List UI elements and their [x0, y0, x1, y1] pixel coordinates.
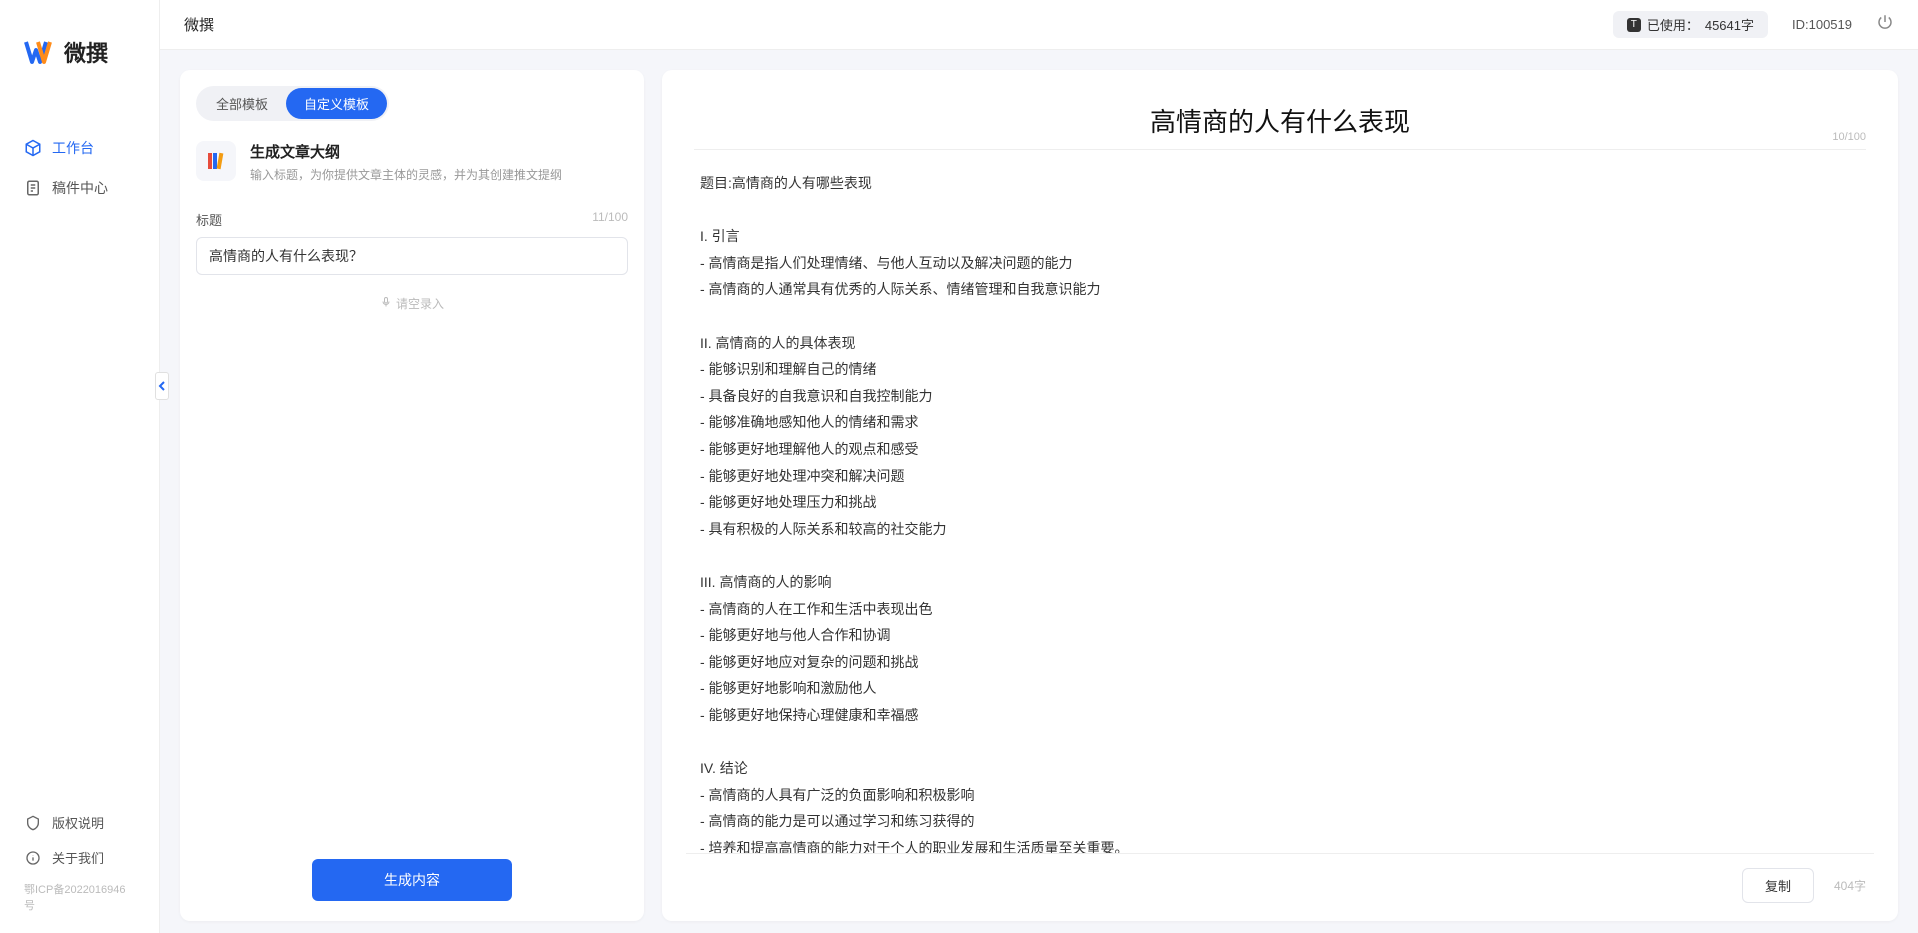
voice-hint-text: 请空录入	[396, 295, 444, 312]
usage-value: 45641字	[1705, 15, 1754, 34]
input-panel: 全部模板 自定义模板 生成文章大纲 输入标题，为你提供文章主体的灵感，并为其创建…	[180, 70, 644, 921]
nav-item-copyright[interactable]: 版权说明	[0, 805, 159, 840]
nav-item-docs[interactable]: 稿件中心	[0, 168, 159, 208]
template-tabs: 全部模板 自定义模板	[196, 86, 389, 121]
usage-prefix: 已使用：	[1647, 15, 1699, 34]
user-id: ID:100519	[1792, 17, 1852, 32]
template-desc: 输入标题，为你提供文章主体的灵感，并为其创建推文提纲	[250, 166, 562, 184]
logo-text: 微撰	[64, 36, 108, 68]
nav-label: 关于我们	[52, 848, 104, 867]
copy-button[interactable]: 复制	[1742, 868, 1814, 903]
nav-list: 工作台 稿件中心	[0, 88, 159, 805]
title-field: 标题 11/100	[180, 196, 644, 275]
template-title: 生成文章大纲	[250, 141, 562, 162]
logo-icon	[24, 36, 56, 68]
output-panel: 高情商的人有什么表现 10/100 题目:高情商的人有哪些表现 I. 引言 - …	[662, 70, 1898, 921]
power-icon[interactable]	[1876, 13, 1894, 36]
output-body[interactable]: 题目:高情商的人有哪些表现 I. 引言 - 高情商是指人们处理情绪、与他人互动以…	[662, 150, 1898, 853]
word-count: 404字	[1834, 877, 1866, 894]
nav-label: 版权说明	[52, 813, 104, 832]
field-label: 标题	[196, 210, 222, 229]
logo[interactable]: 微撰	[0, 0, 159, 88]
template-card: 生成文章大纲 输入标题，为你提供文章主体的灵感，并为其创建推文提纲	[180, 121, 644, 196]
text-icon: T	[1627, 18, 1641, 32]
field-char-count: 11/100	[592, 210, 628, 229]
title-input[interactable]	[196, 237, 628, 275]
cube-icon	[24, 139, 42, 157]
tab-custom-templates[interactable]: 自定义模板	[286, 88, 387, 119]
nav-item-workspace[interactable]: 工作台	[0, 128, 159, 168]
document-icon	[24, 179, 42, 197]
generate-button[interactable]: 生成内容	[312, 859, 512, 901]
collapse-handle[interactable]	[155, 372, 169, 400]
books-icon	[196, 141, 236, 181]
topbar: 微撰 T 已使用： 45641字 ID:100519	[160, 0, 1918, 50]
output-title-count: 10/100	[1832, 131, 1866, 143]
tab-all-templates[interactable]: 全部模板	[198, 88, 286, 119]
output-title: 高情商的人有什么表现	[702, 102, 1858, 139]
mic-icon	[380, 296, 392, 311]
shield-icon	[24, 814, 42, 832]
nav-label: 工作台	[52, 138, 94, 158]
nav-item-about[interactable]: 关于我们	[0, 840, 159, 875]
app-title: 微撰	[184, 14, 214, 35]
sidebar-bottom: 版权说明 关于我们 鄂ICP备2022016946号	[0, 805, 159, 933]
nav-label: 稿件中心	[52, 178, 108, 198]
sidebar: 微撰 工作台 稿件中心 版权说明	[0, 0, 160, 933]
icp-text: 鄂ICP备2022016946号	[0, 875, 159, 923]
usage-badge[interactable]: T 已使用： 45641字	[1613, 11, 1768, 38]
info-icon	[24, 849, 42, 867]
voice-hint[interactable]: 请空录入	[180, 275, 644, 332]
main: 微撰 T 已使用： 45641字 ID:100519 全部模板 自定义模板	[160, 0, 1918, 933]
